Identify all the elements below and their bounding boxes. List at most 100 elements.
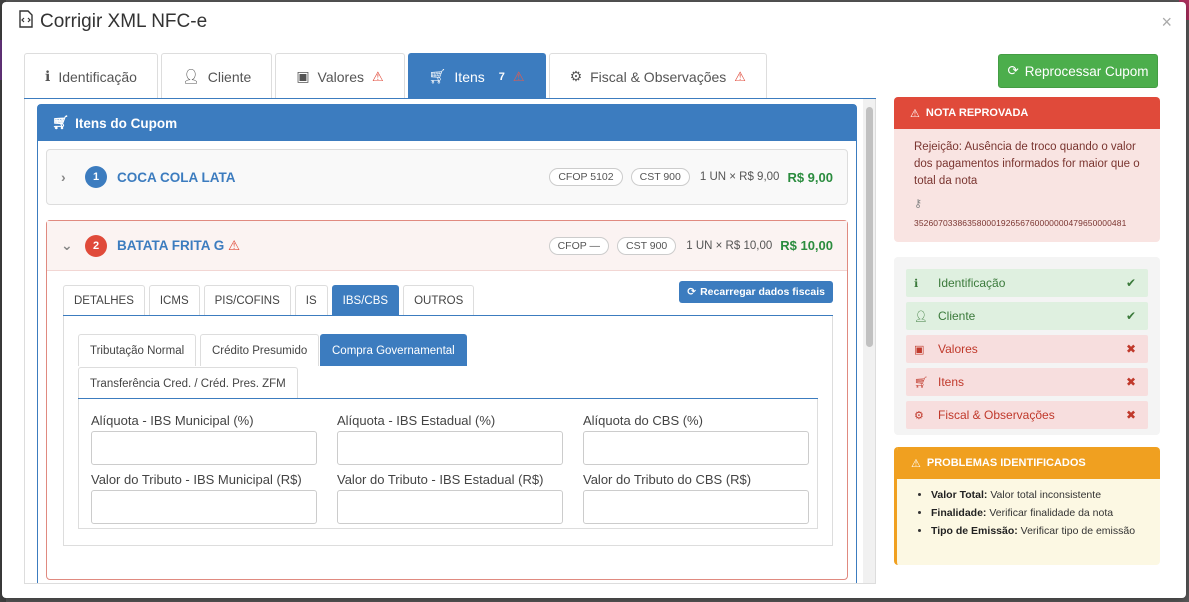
refresh-icon: ⟳ — [1007, 63, 1019, 78]
reprocess-button[interactable]: ⟳ Reprocessar Cupom — [998, 54, 1158, 88]
chevron-down-icon[interactable]: ⌄ — [61, 237, 81, 254]
check-icon: ✔ — [1125, 276, 1136, 290]
warning-icon: ⚠ — [734, 68, 746, 84]
field-label: Valor do Tributo do CBS (R$) — [583, 472, 752, 487]
valor-ibs-estadual-input[interactable] — [337, 490, 563, 524]
items-box-header: 🛒︎ Itens do Cupom — [38, 105, 856, 141]
info-icon: ℹ — [914, 277, 919, 290]
cfop-badge: CFOP — — [548, 236, 609, 255]
scroll-thumb[interactable] — [866, 107, 873, 347]
field-label: Valor do Tributo - IBS Estadual (R$) — [337, 472, 544, 487]
problem-key: Finalidade: — [931, 507, 987, 519]
item-number-badge: 2 — [85, 234, 107, 257]
step-label: Fiscal & Observações — [938, 408, 1055, 422]
gears-icon: ⚙ — [914, 409, 924, 422]
warning-icon: ⚠ — [228, 237, 241, 253]
field-aliquota-cbs: Alíquota do CBS (%) — [583, 413, 809, 465]
subtab-icms[interactable]: ICMS — [148, 285, 200, 315]
tab-label: Valores — [317, 68, 364, 85]
x-icon: ✖ — [1125, 375, 1136, 389]
aliquota-ibs-municipal-input[interactable] — [91, 431, 317, 465]
step-label: Valores — [938, 342, 978, 356]
scrollbar[interactable] — [863, 99, 875, 583]
tab-identificacao[interactable]: ℹ Identificação — [24, 53, 158, 99]
problem-text: Valor total inconsistente — [990, 489, 1102, 501]
field-valor-ibs-municipal: Valor do Tributo - IBS Municipal (R$) — [91, 472, 317, 524]
problems-alert: ⚠ PROBLEMAS IDENTIFICADOS Valor Total: V… — [894, 447, 1160, 565]
step-cliente[interactable]: 👤︎ Cliente ✔ — [906, 302, 1148, 330]
cart-icon: 🛒︎ — [914, 376, 928, 389]
item-name-text: BATATA FRITA G — [117, 237, 225, 253]
tab-itens[interactable]: 🛒︎ Itens 7 ⚠ — [407, 53, 546, 99]
step-valores[interactable]: ▣ Valores ✖ — [906, 335, 1148, 363]
subtab-pis-cofins[interactable]: PIS/COFINS — [203, 285, 291, 315]
step-fiscal-observacoes[interactable]: ⚙ Fiscal & Observações ✖ — [906, 401, 1148, 429]
items-panel: 🛒︎ Itens do Cupom › 1 COCA COLA LATA CFO… — [24, 99, 876, 584]
problem-item: Valor Total: Valor total inconsistente — [931, 489, 1144, 501]
ttab-transferencia-cred[interactable]: Transferência Cred. / Créd. Pres. ZFM — [78, 367, 298, 399]
tab-label: Fiscal & Observações — [590, 68, 727, 85]
field-valor-ibs-estadual: Valor do Tributo - IBS Estadual (R$) — [337, 472, 563, 524]
fiscal-subtabs: DETALHES ICMS PIS/COFINS IS IBS/CBS OUTR… — [63, 285, 475, 315]
item-number-badge: 1 — [85, 166, 107, 188]
cart-icon: 🛒︎ — [428, 68, 447, 84]
item-card: › 1 COCA COLA LATA CFOP 5102 CST 900 1 U… — [46, 149, 848, 205]
step-label: Identificação — [938, 276, 1006, 290]
problem-item: Finalidade: Verificar finalidade da nota — [931, 507, 1144, 519]
step-identificacao[interactable]: ℹ Identificação ✔ — [906, 269, 1148, 297]
problem-text: Verificar finalidade da nota — [989, 507, 1114, 519]
aliquota-ibs-estadual-input[interactable] — [337, 431, 563, 465]
problem-text: Verificar tipo de emissão — [1020, 525, 1136, 537]
item-header[interactable]: ⌄ 2 BATATA FRITA G ⚠ CFOP — CST 900 1 UN… — [47, 221, 847, 271]
cfop-badge: CFOP 5102 — [549, 168, 623, 186]
money-icon: ▣ — [914, 343, 925, 356]
access-key: 3526070338635800019265676000000047965000… — [914, 218, 1127, 228]
item-name: COCA COLA LATA — [117, 169, 236, 185]
subtab-detalhes[interactable]: DETALHES — [63, 285, 145, 315]
items-box-title: Itens do Cupom — [75, 115, 178, 131]
correct-xml-modal: Corrigir XML NFC-e × ℹ Identificação 👤︎ … — [2, 2, 1186, 598]
warning-icon: ⚠ — [911, 457, 921, 470]
item-card-expanded: ⌄ 2 BATATA FRITA G ⚠ CFOP — CST 900 1 UN… — [46, 220, 848, 580]
rejection-header: ⚠ NOTA REPROVADA — [894, 97, 1160, 129]
chevron-right-icon[interactable]: › — [61, 169, 81, 185]
aliquota-cbs-input[interactable] — [583, 431, 809, 465]
field-label: Valor do Tributo - IBS Municipal (R$) — [91, 472, 302, 487]
subtab-ibs-cbs[interactable]: IBS/CBS — [331, 285, 400, 315]
problems-list: Valor Total: Valor total inconsistente F… — [897, 479, 1160, 537]
item-name: BATATA FRITA G ⚠ — [117, 238, 240, 254]
subtab-is[interactable]: IS — [294, 285, 328, 315]
items-box: 🛒︎ Itens do Cupom › 1 COCA COLA LATA CFO… — [37, 104, 857, 583]
reload-fiscal-button[interactable]: ⟳ Recarregar dados fiscais — [679, 281, 833, 303]
field-aliquota-ibs-municipal: Alíquota - IBS Municipal (%) — [91, 413, 317, 465]
ttab-tributacao-normal[interactable]: Tributação Normal — [78, 334, 197, 366]
valor-cbs-input[interactable] — [583, 490, 809, 524]
problems-header: ⚠ PROBLEMAS IDENTIFICADOS — [897, 447, 1160, 479]
field-valor-cbs: Valor do Tributo do CBS (R$) — [583, 472, 809, 524]
tab-fiscal-observacoes[interactable]: ⚙ Fiscal & Observações ⚠ — [548, 53, 767, 99]
subtab-outros[interactable]: OUTROS — [403, 285, 475, 315]
field-label: Alíquota - IBS Municipal (%) — [91, 413, 254, 428]
field-label: Alíquota - IBS Estadual (%) — [337, 413, 496, 428]
money-icon: ▣ — [296, 68, 310, 84]
valor-ibs-municipal-input[interactable] — [91, 490, 317, 524]
tab-valores[interactable]: ▣ Valores ⚠ — [275, 53, 405, 99]
tab-cliente[interactable]: 👤︎ Cliente — [160, 53, 273, 99]
close-icon[interactable]: × — [1161, 12, 1172, 33]
tab-label: Cliente — [207, 68, 252, 85]
gears-icon: ⚙ — [569, 68, 583, 84]
item-header[interactable]: › 1 COCA COLA LATA CFOP 5102 CST 900 1 U… — [47, 150, 847, 204]
check-icon: ✔ — [1125, 309, 1136, 323]
ibs-cbs-panel: Tributação Normal Crédito Presumido Comp… — [63, 316, 833, 546]
cart-icon: 🛒︎ — [52, 115, 70, 130]
step-itens[interactable]: 🛒︎ Itens ✖ — [906, 368, 1148, 396]
item-quantity: 1 UN × R$ 9,00 — [699, 171, 780, 183]
user-icon: 👤︎ — [914, 310, 928, 323]
key-icon: ⚷ — [914, 198, 923, 210]
ttab-credito-presumido[interactable]: Crédito Presumido — [200, 334, 320, 366]
reprocess-label: Reprocessar Cupom — [1024, 63, 1149, 79]
code-file-icon — [18, 10, 34, 34]
ttab-compra-governamental[interactable]: Compra Governamental — [320, 334, 467, 366]
field-aliquota-ibs-estadual: Alíquota - IBS Estadual (%) — [337, 413, 563, 465]
cst-badge: CST 900 — [630, 168, 690, 186]
